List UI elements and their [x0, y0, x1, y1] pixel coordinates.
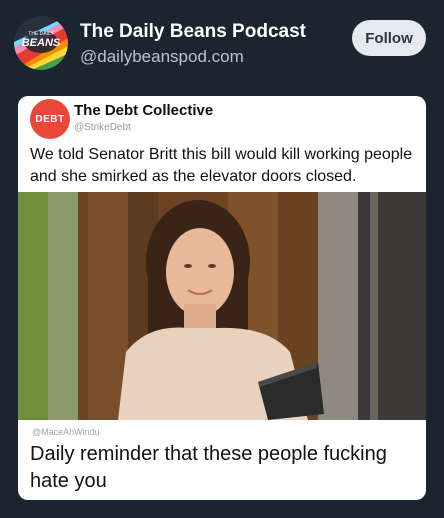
embedded-post-card[interactable]: DEBT The Debt Collective @StrikeDebt We … — [18, 96, 426, 500]
author-name[interactable]: The Daily Beans Podcast — [80, 21, 306, 43]
logo-text-main: BEANS — [22, 37, 61, 49]
author-avatar[interactable]: THE DAILY BEANS — [14, 16, 68, 70]
post-header: THE DAILY BEANS The Daily Beans Podcast … — [14, 16, 430, 76]
photo-credit: @MaceAhWindu — [32, 427, 100, 437]
author-handle[interactable]: @dailybeanspod.com — [80, 47, 244, 67]
elevator-photo-image — [18, 192, 426, 420]
follow-button[interactable]: Follow — [352, 20, 426, 56]
embedded-photo[interactable] — [18, 192, 426, 420]
embedded-author-name: The Debt Collective — [74, 102, 214, 119]
embedded-author-handle: @StrikeDebt — [74, 122, 131, 133]
debt-avatar-text: DEBT — [35, 113, 65, 125]
embedded-caption: Daily reminder that these people fucking… — [30, 443, 387, 492]
debt-collective-avatar: DEBT — [30, 99, 70, 139]
daily-beans-logo-icon: THE DAILY BEANS — [14, 16, 68, 70]
embedded-post-text: We told Senator Britt this bill would ki… — [30, 146, 413, 185]
